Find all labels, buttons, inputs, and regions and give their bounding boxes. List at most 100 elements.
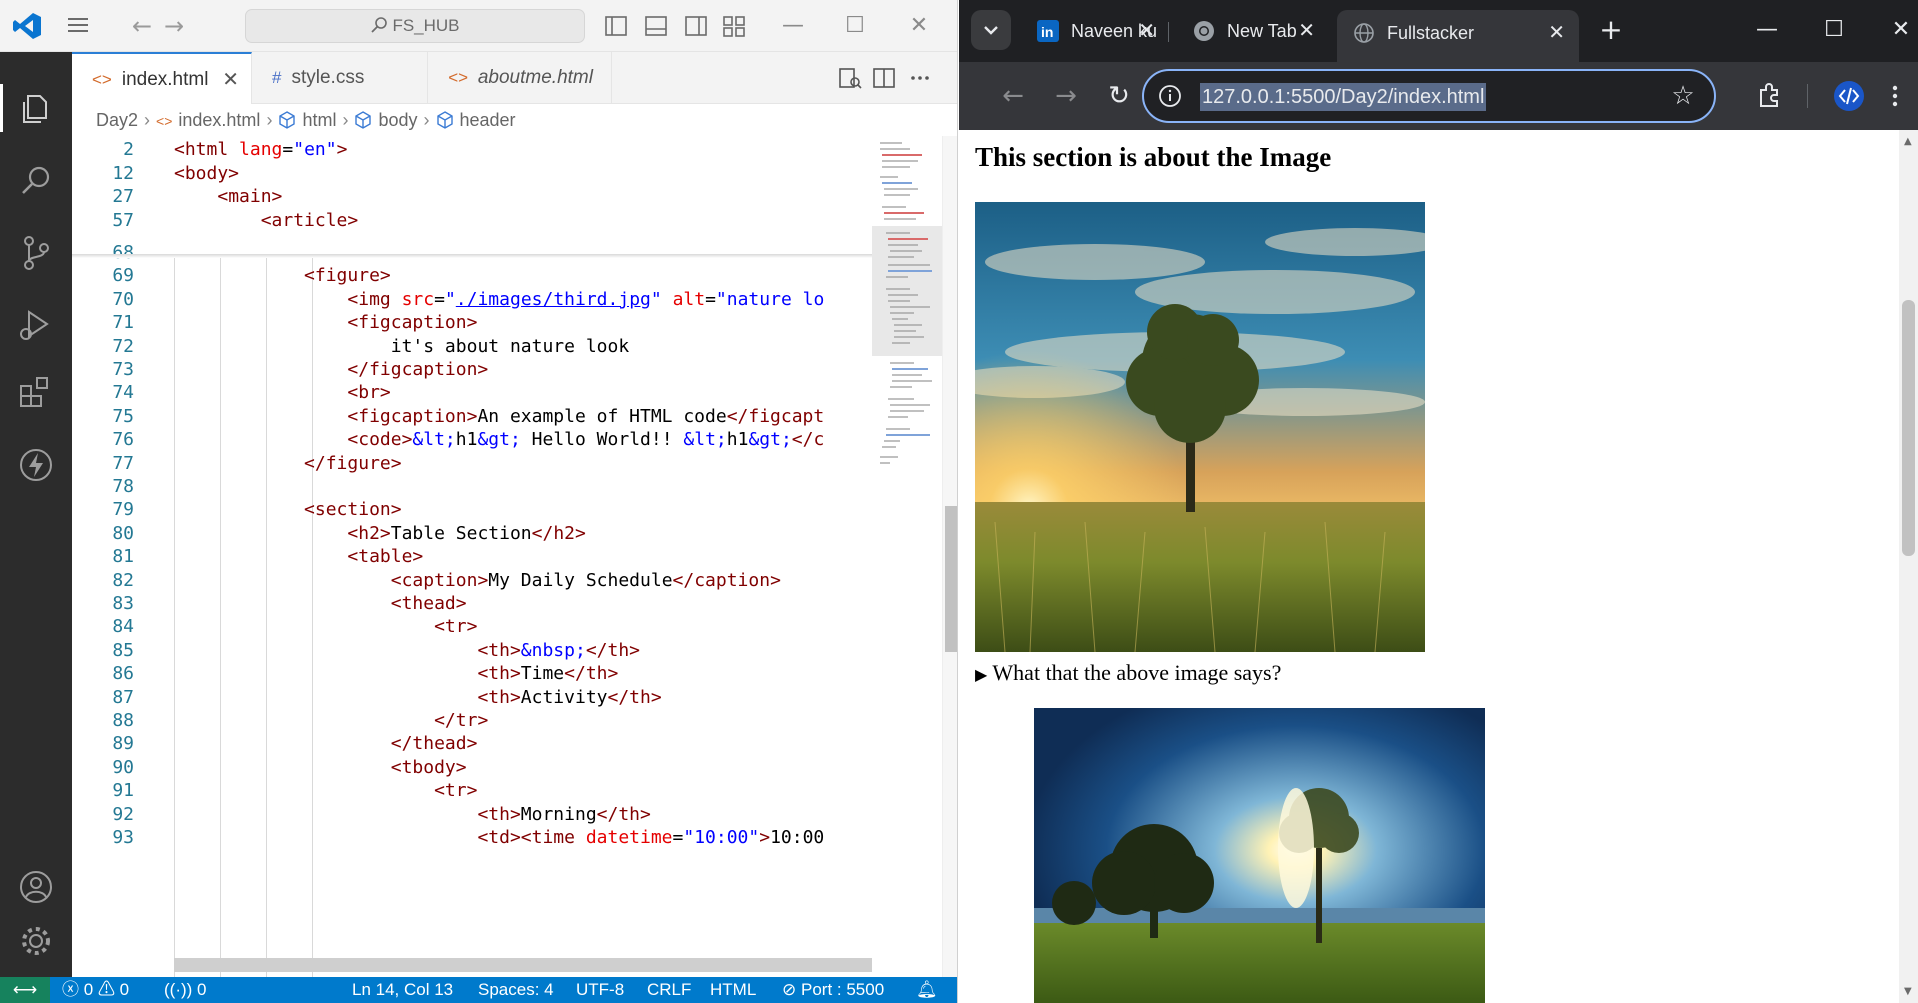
chrome-window: in Naveen ku ✕ New Tab ✕ Fullstacker ✕ +…	[959, 0, 1918, 1003]
run-debug-icon[interactable]	[15, 304, 57, 346]
tab-index-html[interactable]: <> index.html ✕	[72, 52, 252, 104]
close-tab-icon[interactable]: ✕	[222, 54, 239, 106]
toolbar-divider	[1807, 84, 1808, 108]
close-tab-icon[interactable]: ✕	[1298, 10, 1315, 52]
reload-icon[interactable]: ↻	[1101, 78, 1137, 114]
chevron-right-icon: ›	[342, 110, 349, 130]
extensions-icon[interactable]	[15, 372, 57, 414]
breadcrumb-item[interactable]: index.html	[178, 110, 260, 130]
vscode-titlebar: ← → FS_HUB — ☐ ✕	[0, 0, 957, 52]
minimize-icon[interactable]: —	[1749, 14, 1785, 46]
address-bar[interactable]: 127.0.0.1:5500/Day2/index.html ☆	[1142, 69, 1716, 123]
split-editor-icon[interactable]	[872, 66, 896, 90]
cursor-position[interactable]: Ln 14, Col 13	[352, 977, 453, 1003]
code-line[interactable]: 93 <td><time datetime="10:00">10:00	[72, 824, 872, 853]
chevron-right-icon: ›	[144, 110, 151, 130]
hamburger-menu-icon[interactable]	[66, 14, 92, 36]
extensions-puzzle-icon[interactable]	[1751, 78, 1787, 114]
chevron-down-icon	[984, 26, 998, 35]
url-text[interactable]: 127.0.0.1:5500/Day2/index.html	[1200, 83, 1487, 111]
broadcast-icon: ((·))	[164, 980, 193, 999]
code-editor[interactable]: 2 <html lang="en"> 12 <body> 27 <main> 57 <ar…	[72, 136, 872, 977]
maximize-icon[interactable]: ☐	[840, 12, 870, 40]
scroll-down-arrow-icon[interactable]: ▼	[1904, 986, 1912, 997]
command-center-search[interactable]: FS_HUB	[245, 9, 585, 43]
more-actions-icon[interactable]	[908, 66, 932, 90]
chrome-tab-linkedin[interactable]: in Naveen ku ✕	[1021, 10, 1169, 56]
tab-search-button[interactable]	[971, 10, 1011, 50]
profile-avatar-icon[interactable]	[1831, 78, 1867, 114]
active-indicator	[0, 84, 3, 132]
activity-bar	[0, 52, 72, 977]
customize-layout-icon[interactable]	[722, 14, 746, 38]
details-disclosure[interactable]: ▶ What that the above image says?	[975, 660, 1281, 686]
toggle-panel-icon[interactable]	[644, 14, 668, 38]
editor-horizontal-scrollbar[interactable]	[174, 958, 872, 972]
tab-aboutme-html[interactable]: <> aboutme.html	[428, 52, 612, 104]
tab-title: New Tab	[1227, 21, 1297, 41]
forward-arrow-icon[interactable]: →	[160, 12, 188, 40]
breadcrumb-item[interactable]: html	[302, 110, 336, 130]
chrome-toolbar: ← → ↻ 127.0.0.1:5500/Day2/index.html ☆	[959, 62, 1918, 130]
end-of-line[interactable]: CRLF	[647, 977, 691, 1003]
chevron-right-icon: ›	[266, 110, 273, 130]
vscode-logo-icon[interactable]	[12, 12, 42, 40]
minimap[interactable]	[872, 136, 942, 977]
chevron-right-icon: ›	[423, 110, 430, 130]
breadcrumb-item[interactable]: body	[378, 110, 417, 130]
tab-label: style.css	[291, 67, 365, 88]
site-info-icon[interactable]	[1158, 84, 1182, 108]
minimize-icon[interactable]: —	[778, 12, 808, 40]
toggle-sidebar-icon[interactable]	[604, 14, 628, 38]
live-server-icon[interactable]	[15, 444, 57, 486]
kebab-menu-icon[interactable]	[1877, 78, 1913, 114]
breadcrumb-item[interactable]: header	[460, 110, 516, 130]
tab-style-css[interactable]: # style.css	[252, 52, 428, 104]
encoding[interactable]: UTF-8	[576, 977, 624, 1003]
scrollbar-thumb[interactable]	[945, 506, 957, 652]
indentation[interactable]: Spaces: 4	[478, 977, 554, 1003]
bookmark-star-icon[interactable]: ☆	[1668, 81, 1698, 111]
sticky-code-line[interactable]: 57 <article>	[72, 207, 872, 236]
close-icon[interactable]: ✕	[1883, 14, 1918, 46]
symbol-element-icon	[279, 111, 296, 129]
open-preview-icon[interactable]	[838, 66, 862, 90]
back-arrow-icon[interactable]: ←	[128, 12, 156, 40]
close-icon[interactable]: ✕	[904, 12, 934, 40]
accounts-icon[interactable]	[15, 866, 57, 908]
problems-indicator[interactable]: ⓧ 0 ⚠ 0	[62, 977, 129, 1003]
settings-gear-icon[interactable]	[15, 920, 57, 962]
toggle-secondary-sidebar-icon[interactable]	[684, 14, 708, 38]
back-arrow-icon[interactable]: ←	[995, 78, 1031, 114]
remote-indicator-icon[interactable]: ⟷	[0, 977, 50, 1003]
chrome-tab-strip: in Naveen ku ✕ New Tab ✕ Fullstacker ✕ +…	[959, 0, 1918, 62]
ports-count: 0	[197, 980, 207, 999]
page-scrollbar[interactable]: ▲ ▼	[1899, 130, 1918, 1003]
tab-separator	[1168, 22, 1169, 42]
close-tab-icon[interactable]: ✕	[1548, 12, 1565, 54]
ports-indicator[interactable]: ((·)) 0	[164, 977, 207, 1003]
sticky-scroll-divider	[72, 254, 872, 258]
scroll-up-arrow-icon[interactable]: ▲	[1904, 136, 1912, 147]
editor-vertical-scrollbar[interactable]	[942, 136, 957, 977]
new-tab-plus-icon[interactable]: +	[1595, 14, 1627, 46]
language-mode[interactable]: HTML	[710, 977, 756, 1003]
linkedin-icon: in	[1037, 20, 1059, 42]
circle-slash-icon: ⊘	[782, 980, 797, 999]
search-icon[interactable]	[15, 160, 57, 202]
chrome-tab-new-tab[interactable]: New Tab ✕	[1177, 10, 1329, 56]
notifications-bell-icon[interactable]: 🔔︎	[916, 977, 938, 1003]
warning-count: 0	[119, 980, 130, 999]
explorer-icon[interactable]	[15, 88, 57, 130]
scrollbar-thumb[interactable]	[1902, 300, 1915, 556]
css-file-icon: #	[272, 68, 282, 87]
live-server-port[interactable]: ⊘ Port : 5500	[782, 977, 884, 1003]
source-control-icon[interactable]	[15, 232, 57, 274]
svg-text:in: in	[1041, 24, 1053, 40]
maximize-icon[interactable]: ☐	[1816, 14, 1852, 46]
forward-arrow-icon[interactable]: →	[1048, 78, 1084, 114]
breadcrumb-item[interactable]: Day2	[96, 110, 138, 130]
html-file-icon: <>	[92, 70, 112, 89]
close-tab-icon[interactable]: ✕	[1138, 10, 1155, 52]
chrome-tab-fullstacker[interactable]: Fullstacker ✕	[1337, 10, 1579, 62]
